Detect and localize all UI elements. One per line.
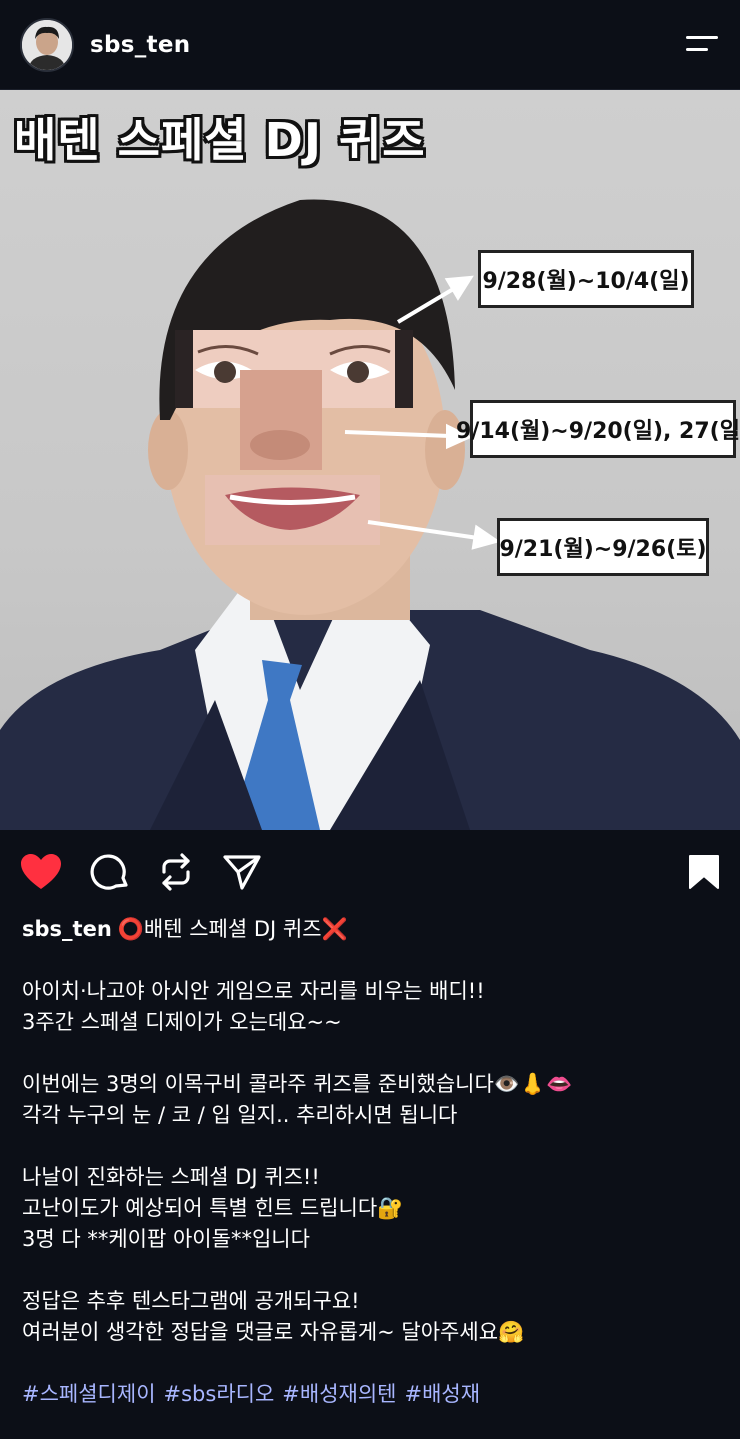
menu-lines-icon[interactable]: [684, 33, 720, 57]
quiz-title: 배텐 스페셜 DJ 퀴즈: [14, 113, 426, 167]
collage-portrait: [0, 199, 740, 830]
caption-line: [22, 1038, 718, 1069]
caption-line: [22, 1131, 718, 1162]
caption-line: 3주간 스페셜 디제이가 오는데요~~: [22, 1010, 342, 1034]
post-image[interactable]: 배텐 스페셜 DJ 퀴즈 9/28(월)~10/4(일) 9/14(월)~9/2…: [0, 90, 740, 830]
bookmark-icon[interactable]: [688, 854, 720, 890]
caption-header: sbs_ten ⭕배텐 스페셜 DJ 퀴즈❌: [22, 914, 718, 945]
hashtag-link[interactable]: #배성재: [405, 1382, 481, 1406]
profile-photo: [22, 19, 72, 70]
caption-line: 정답은 추후 텐스타그램에 공개되구요!: [22, 1289, 360, 1313]
date-label-nose: 9/14(월)~9/20(일), 27(일): [456, 400, 740, 458]
caption-username[interactable]: sbs_ten: [22, 917, 112, 941]
post-header: sbs_ten: [0, 0, 740, 90]
heart-icon[interactable]: [20, 853, 62, 891]
hashtag-link[interactable]: #배성재의텐: [282, 1382, 396, 1406]
caption-line: 각각 누구의 눈 / 코 / 입 일지.. 추리하시면 됩니다: [22, 1103, 458, 1127]
caption-line: 나날이 진화하는 스페셜 DJ 퀴즈!!: [22, 1165, 320, 1189]
date-label-eyes: 9/28(월)~10/4(일): [478, 250, 694, 308]
repost-icon[interactable]: [158, 852, 194, 892]
caption-line: 고난이도가 예상되어 특별 힌트 드립니다🔐: [22, 1196, 404, 1220]
caption-line: 3명 다 **케이팝 아이돌**입니다: [22, 1227, 310, 1251]
hashtag-link[interactable]: #스페셜디제이: [22, 1382, 156, 1406]
hashtag-link[interactable]: #sbs라디오: [164, 1382, 275, 1406]
action-bar: [0, 830, 740, 914]
hashtag-list: #스페셜디제이 #sbs라디오 #배성재의텐 #배성재: [22, 1379, 718, 1410]
avatar[interactable]: [20, 17, 74, 72]
send-icon[interactable]: [222, 852, 262, 892]
caption: sbs_ten ⭕배텐 스페셜 DJ 퀴즈❌ 아이치·나고야 아시안 게임으로 자…: [0, 914, 740, 1410]
header-username[interactable]: sbs_ten: [90, 32, 190, 58]
caption-title: ⭕배텐 스페셜 DJ 퀴즈❌: [117, 917, 348, 941]
caption-line: [22, 1255, 718, 1286]
caption-line: 여러분이 생각한 정답을 댓글로 자유롭게~ 달아주세요🤗: [22, 1320, 525, 1344]
caption-line: 아이치·나고야 아시안 게임으로 자리를 비우는 배디!!: [22, 979, 485, 1003]
comment-icon[interactable]: [90, 852, 130, 892]
caption-line: 이번에는 3명의 이목구비 콜라주 퀴즈를 준비했습니다👁️👃👄: [22, 1072, 573, 1096]
date-label-mouth: 9/21(월)~9/26(토): [497, 518, 709, 576]
